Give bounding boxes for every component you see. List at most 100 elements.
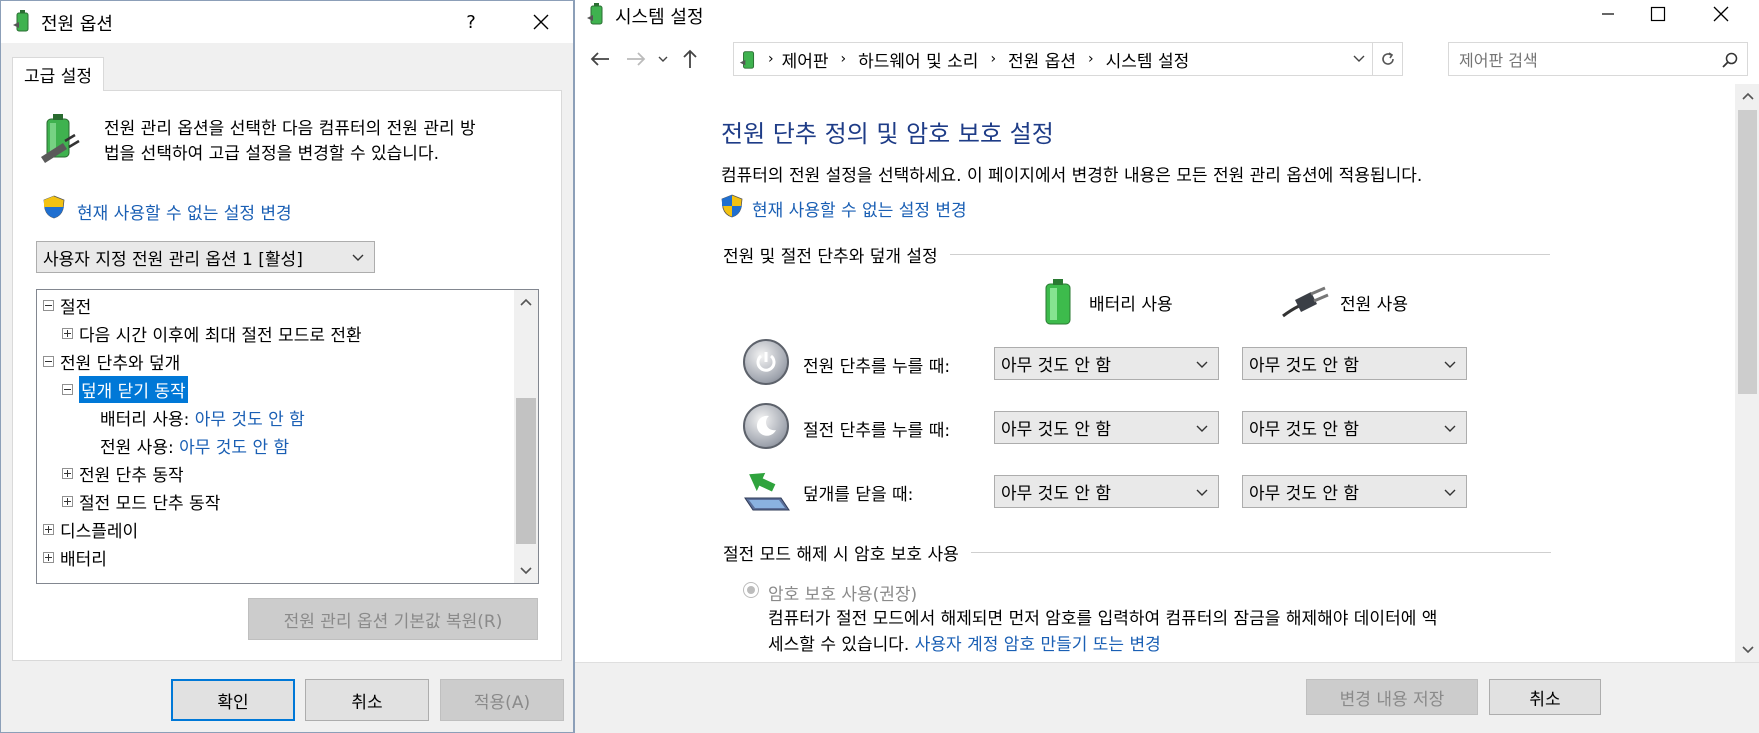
page-scroll-thumb[interactable] (1738, 110, 1757, 394)
tree-scroll-thumb[interactable] (516, 398, 536, 544)
forward-button[interactable] (621, 44, 651, 74)
restore-defaults-button[interactable]: 전원 관리 옵션 기본값 복원(R) (248, 598, 538, 640)
lid-close-battery-select[interactable]: 아무 것도 안 함 (994, 475, 1219, 508)
search-box[interactable] (1448, 42, 1748, 77)
collapse-icon (43, 299, 54, 311)
section-header-password: 절전 모드 해제 시 암호 보호 사용 (723, 540, 1733, 565)
refresh-icon (1381, 52, 1394, 65)
tree-label: 절전 모드 단추 동작 (79, 493, 221, 514)
arrow-up-icon (683, 49, 697, 68)
breadcrumb-item[interactable]: 하드웨어 및 소리 (858, 47, 978, 72)
save-changes-button[interactable]: 변경 내용 저장 (1306, 679, 1478, 715)
breadcrumb-separator-icon: › (990, 51, 997, 67)
address-dropdown-button[interactable] (1348, 43, 1370, 75)
recent-locations-button[interactable] (653, 44, 673, 74)
page-scrollbar[interactable] (1735, 84, 1759, 662)
close-button[interactable] (1697, 0, 1745, 28)
lid-close-plugged-select[interactable]: 아무 것도 안 함 (1242, 475, 1467, 508)
tree-label-selected: 덮개 닫기 동작 (79, 375, 188, 403)
chevron-down-icon (352, 247, 364, 267)
breadcrumb-item[interactable]: 제어판 (782, 47, 829, 72)
tree-scrollbar[interactable] (514, 290, 538, 583)
power-plan-select-value: 사용자 지정 전원 관리 옵션 1 [활성] (43, 249, 303, 270)
close-icon (533, 14, 549, 30)
breadcrumb-separator-icon: › (768, 51, 774, 67)
tree-item-sleep[interactable]: 절전 (43, 292, 91, 318)
tree-item-sleep-button-action[interactable]: 절전 모드 단추 동작 (62, 488, 220, 514)
description-text: 세스할 수 있습니다. (768, 635, 910, 655)
plugged-column-header: 전원 사용 (1340, 295, 1408, 315)
power-options-icon (11, 9, 35, 33)
password-radio-label: 암호 보호 사용(권장) (768, 585, 918, 605)
content-area: 전원 단추 정의 및 암호 보호 설정 컴퓨터의 전원 설정을 선택하세요. 이… (575, 84, 1735, 662)
window-title: 전원 옵션 (41, 14, 113, 35)
chevron-down-icon (1444, 354, 1456, 374)
tree-item-plugged-setting[interactable]: 전원 사용: 아무 것도 안 함 (100, 432, 289, 458)
maximize-button[interactable] (1635, 0, 1681, 28)
ok-button[interactable]: 확인 (171, 679, 295, 721)
chevron-down-icon (1196, 354, 1208, 374)
tree-label: 배터리 (60, 549, 107, 570)
breadcrumb-item[interactable]: 전원 옵션 (1008, 47, 1076, 72)
password-description-line-2: 세스할 수 있습니다. 사용자 계정 암호 만들기 또는 변경 (768, 632, 1437, 658)
select-value: 아무 것도 안 함 (1249, 420, 1360, 440)
section-header-buttons-lid: 전원 및 절전 단추와 덮개 설정 (723, 242, 1733, 267)
create-change-password-link[interactable]: 사용자 계정 암호 만들기 또는 변경 (915, 635, 1161, 655)
search-input[interactable] (1449, 43, 1711, 77)
address-bar[interactable]: › 제어판 › 하드웨어 및 소리 › 전원 옵션 › 시스템 설정 (733, 42, 1403, 76)
tree-label: 디스플레이 (60, 521, 139, 542)
expand-icon (62, 327, 73, 339)
tree-item-buttons-lid[interactable]: 전원 단추와 덮개 (43, 348, 180, 374)
scroll-down-icon[interactable] (1735, 638, 1759, 662)
navigation-bar: › 제어판 › 하드웨어 및 소리 › 전원 옵션 › 시스템 설정 (575, 40, 1759, 80)
tab-panel: 전원 관리 옵션을 선택한 다음 컴퓨터의 전원 관리 방 법을 선택하여 고급… (12, 90, 562, 661)
description-line-1: 전원 관리 옵션을 선택한 다음 컴퓨터의 전원 관리 방 (104, 119, 476, 139)
cancel-button[interactable]: 취소 (305, 679, 429, 721)
change-unavailable-settings-link[interactable]: 현재 사용할 수 없는 설정 변경 (77, 199, 292, 224)
tree-item-power-button-action[interactable]: 전원 단추 동작 (62, 460, 184, 486)
radio-dot-icon (747, 586, 755, 594)
scroll-up-icon[interactable] (1735, 84, 1759, 108)
section-title: 절전 모드 해제 시 암호 보호 사용 (723, 545, 959, 565)
scroll-down-icon[interactable] (514, 559, 538, 583)
close-button[interactable] (521, 5, 561, 39)
change-unavailable-settings-link[interactable]: 현재 사용할 수 없는 설정 변경 (752, 196, 967, 221)
description-text: 전원 관리 옵션을 선택한 다음 컴퓨터의 전원 관리 방 법을 선택하여 고급… (104, 117, 544, 167)
up-button[interactable] (675, 44, 705, 74)
tab-advanced-settings[interactable]: 고급 설정 (12, 57, 104, 91)
search-icon[interactable] (1719, 49, 1741, 71)
minimize-button[interactable] (1585, 0, 1631, 28)
power-plan-select[interactable]: 사용자 지정 전원 관리 옵션 1 [활성] (36, 241, 375, 273)
tree-label: 전원 단추와 덮개 (60, 353, 181, 374)
tree-item-hibernate-after[interactable]: 다음 시간 이후에 최대 절전 모드로 전환 (62, 320, 362, 346)
sleep-button-plugged-select[interactable]: 아무 것도 안 함 (1242, 411, 1467, 444)
battery-setting-value[interactable]: 아무 것도 안 함 (195, 405, 305, 430)
tree-item-battery-setting[interactable]: 배터리 사용: 아무 것도 안 함 (100, 404, 305, 430)
password-radio[interactable] (743, 582, 759, 598)
power-button-battery-select[interactable]: 아무 것도 안 함 (994, 347, 1219, 380)
tree-label: 전원 단추 동작 (79, 465, 184, 486)
breadcrumb-item[interactable]: 시스템 설정 (1106, 47, 1190, 72)
tree-item-battery[interactable]: 배터리 (43, 544, 107, 570)
arrow-left-icon (590, 52, 609, 66)
tree-label: 배터리 사용: (100, 409, 190, 430)
apply-button[interactable]: 적용(A) (440, 679, 564, 721)
tab-label: 고급 설정 (24, 67, 92, 87)
cancel-button[interactable]: 취소 (1489, 679, 1601, 715)
sleep-button-battery-select[interactable]: 아무 것도 안 함 (994, 411, 1219, 444)
row-label: 전원 단추를 누를 때: (803, 357, 951, 377)
tree-item-display[interactable]: 디스플레이 (43, 516, 138, 542)
select-value: 아무 것도 안 함 (1249, 356, 1360, 376)
scroll-up-icon[interactable] (514, 290, 538, 314)
power-options-icon (738, 48, 760, 70)
power-button-plugged-select[interactable]: 아무 것도 안 함 (1242, 347, 1467, 380)
plugged-setting-value[interactable]: 아무 것도 안 함 (179, 433, 289, 458)
refresh-button[interactable] (1372, 43, 1402, 75)
tree-item-lid-close-action[interactable]: 덮개 닫기 동작 (62, 375, 188, 403)
minimize-icon (1602, 13, 1614, 15)
section-divider (970, 552, 1551, 553)
back-button[interactable] (585, 44, 615, 74)
chevron-down-icon (1444, 418, 1456, 438)
select-value: 아무 것도 안 함 (1001, 484, 1112, 504)
help-button[interactable]: ? (453, 5, 489, 39)
